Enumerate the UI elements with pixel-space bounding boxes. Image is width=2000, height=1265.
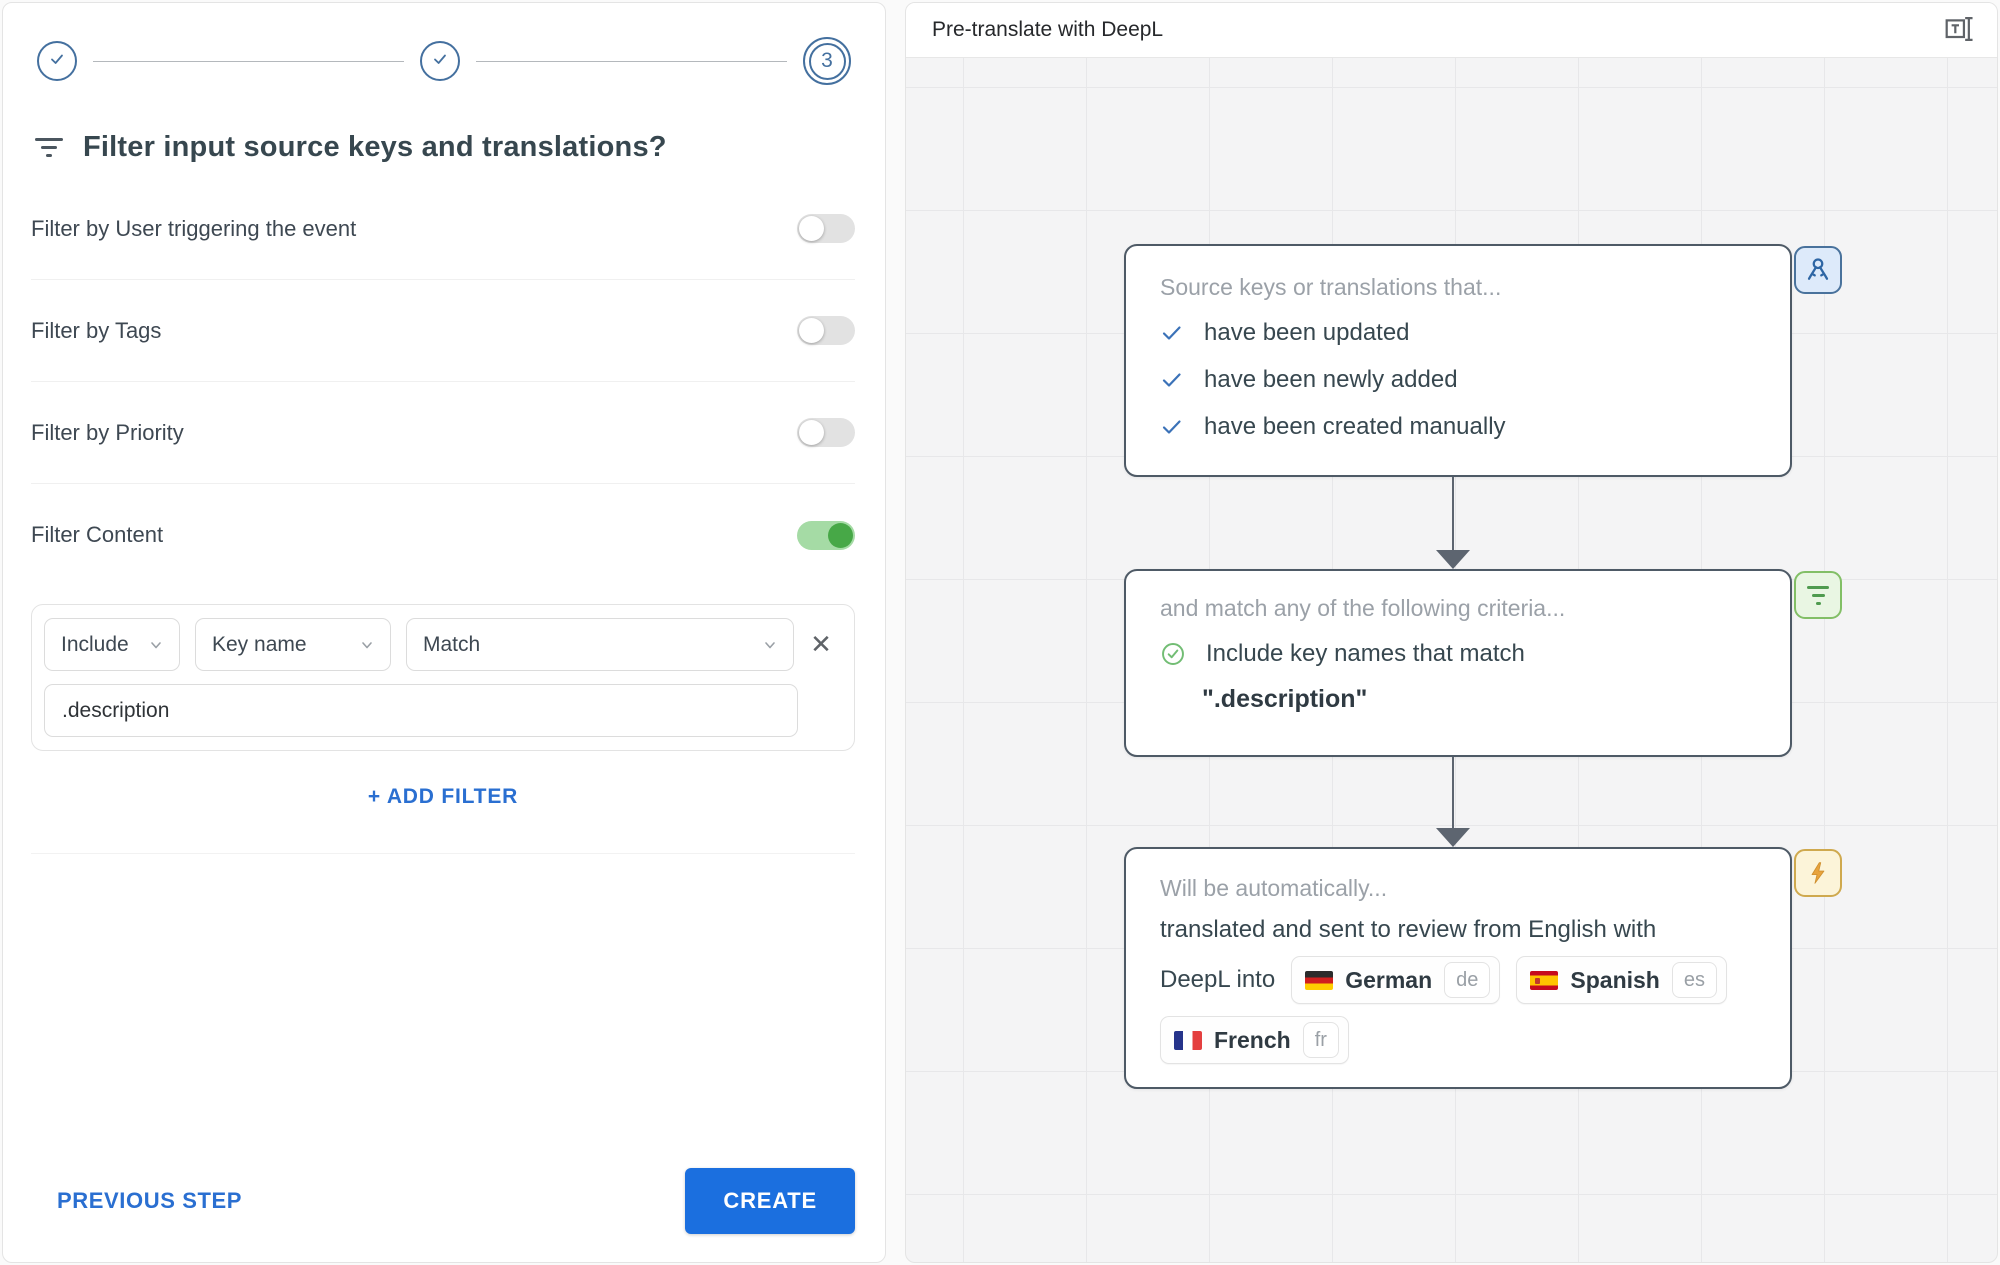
pattern-input[interactable] [44,684,798,737]
language-name: German [1345,967,1432,994]
toggle-label: Filter by Tags [31,318,161,344]
content-filter-editor: Include Key name Match ✕ [31,604,855,751]
stepper-connector [476,61,787,62]
workflow-canvas[interactable]: Source keys or translations that... have… [906,58,1997,1262]
toggle-knob [799,420,824,445]
filter-icon [35,138,63,157]
stepper-connector [93,61,404,62]
language-name: French [1214,1027,1291,1054]
toggle-knob [799,216,824,241]
stepper: 3 [37,37,851,85]
connector-edge [1452,757,1454,830]
language-name: Spanish [1570,967,1659,994]
step-3-number: 3 [809,43,846,80]
wizard-panel: 3 Filter input source keys and translati… [2,2,886,1263]
check-icon [47,49,67,74]
check-circle-icon [1160,641,1186,667]
chevron-down-icon [763,638,777,652]
language-code: de [1444,962,1490,998]
filter-criteria-node[interactable]: and match any of the following criteria.… [1124,569,1792,757]
spanish-flag-icon [1530,971,1558,990]
user-filter-toggle[interactable] [797,214,855,243]
trigger-item-label: have been newly added [1204,366,1458,394]
check-icon [430,49,450,74]
page-heading-row: Filter input source keys and translation… [35,131,855,164]
toggle-row-user: Filter by User triggering the event [31,178,855,280]
remove-filter-button[interactable]: ✕ [800,618,842,671]
language-code: fr [1303,1022,1339,1058]
toggle-label: Filter by User triggering the event [31,216,356,242]
action-text-line2: DeepL into [1160,966,1275,994]
chevron-down-icon [149,638,163,652]
priority-filter-toggle[interactable] [797,418,855,447]
toggle-knob [828,523,853,548]
divider [31,853,855,854]
include-exclude-select[interactable]: Include [44,618,180,671]
check-icon [1160,368,1184,392]
filter-icon [1794,571,1842,619]
toggle-row-content: Filter Content [31,484,855,586]
select-value: Include [61,633,129,657]
criterion-value: ".description" [1160,685,1756,714]
workflow-preview-panel: Pre-translate with DeepL Source keys or … [905,2,1998,1263]
page-title: Filter input source keys and translation… [83,131,667,164]
french-flag-icon [1174,1031,1202,1050]
translate-action-node[interactable]: Will be automatically... translated and … [1124,847,1792,1089]
content-filter-toggle[interactable] [797,521,855,550]
step-2-complete[interactable] [420,41,460,81]
node-title: and match any of the following criteria.… [1160,595,1756,622]
language-chip-german: German de [1291,956,1500,1004]
node-title: Source keys or translations that... [1160,274,1756,301]
select-value: Match [423,633,480,657]
tags-filter-toggle[interactable] [797,316,855,345]
toggle-row-priority: Filter by Priority [31,382,855,484]
arrowhead-icon [1436,550,1470,569]
lightning-icon [1794,849,1842,897]
action-text-line1: translated and sent to review from Engli… [1160,916,1756,944]
wizard-footer: PREVIOUS STEP CREATE [31,1168,855,1234]
keys-icon [1794,246,1842,294]
connector-edge [1452,477,1454,552]
operator-select[interactable]: Match [406,618,794,671]
select-value: Key name [212,633,307,657]
trigger-item: have been updated [1160,309,1756,356]
criterion-item: Include key names that match [1160,630,1756,677]
trigger-item-label: have been created manually [1204,413,1506,441]
source-keys-node[interactable]: Source keys or translations that... have… [1124,244,1792,477]
add-filter-button[interactable]: + ADD FILTER [368,785,518,809]
canvas-header: Pre-translate with DeepL [906,3,1997,58]
trigger-item: have been created manually [1160,403,1756,450]
german-flag-icon [1305,971,1333,990]
check-icon [1160,321,1184,345]
trigger-item: have been newly added [1160,356,1756,403]
rename-title-icon[interactable] [1941,12,1977,49]
filter-toggle-list: Filter by User triggering the event Filt… [31,178,855,586]
trigger-item-label: have been updated [1204,319,1410,347]
node-title: Will be automatically... [1160,875,1756,902]
field-select[interactable]: Key name [195,618,391,671]
check-icon [1160,415,1184,439]
language-chip-french: French fr [1160,1016,1349,1064]
language-code: es [1672,962,1717,998]
toggle-label: Filter by Priority [31,420,184,446]
criterion-label: Include key names that match [1206,640,1525,668]
step-1-complete[interactable] [37,41,77,81]
arrowhead-icon [1436,828,1470,847]
language-chip-spanish: Spanish es [1516,956,1727,1004]
create-button[interactable]: CREATE [685,1168,855,1234]
chevron-down-icon [360,638,374,652]
toggle-knob [799,318,824,343]
toggle-label: Filter Content [31,522,163,548]
previous-step-button[interactable]: PREVIOUS STEP [57,1188,242,1214]
toggle-row-tags: Filter by Tags [31,280,855,382]
workflow-title: Pre-translate with DeepL [932,18,1163,42]
step-3-current[interactable]: 3 [803,37,851,85]
